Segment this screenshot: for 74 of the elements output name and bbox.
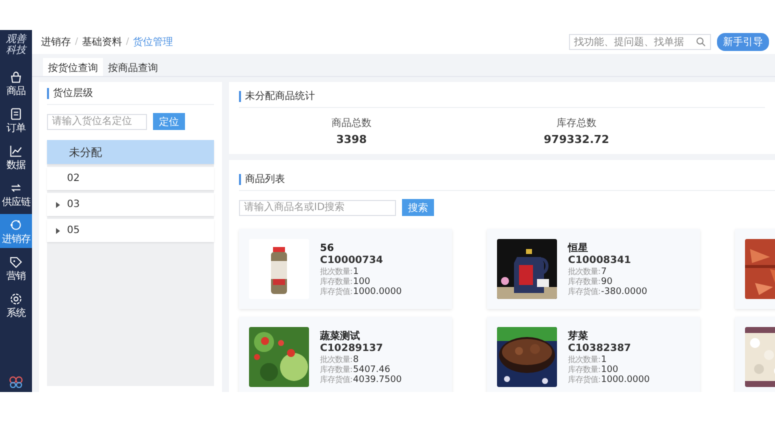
field-value: 90 (601, 276, 612, 286)
breadcrumb-link[interactable]: 进销存 (41, 35, 71, 49)
nav-item[interactable]: 供应链 (0, 177, 32, 211)
field-label: 库存数量: (568, 276, 601, 286)
product-name: 蔬菜测试 (320, 330, 361, 342)
tab[interactable]: 按商品查询 (103, 58, 163, 76)
field-label: 库存数量: (320, 276, 353, 286)
product-name: 恒星 (568, 242, 589, 254)
field-label: 批次数量: (320, 354, 353, 364)
breadcrumb-separator: / (75, 37, 78, 47)
field-value: 4039.7500 (353, 374, 402, 384)
product-search-field[interactable]: 请输入商品名或ID搜索 (239, 200, 396, 216)
nav-item[interactable]: 营销 (0, 251, 32, 285)
nav-icon (9, 218, 23, 232)
field-label: 库存数量: (320, 364, 353, 374)
panel-title: 商品列表 (239, 174, 775, 185)
field-label: 库存货值: (320, 374, 353, 384)
field-label: 库存货值: (320, 286, 353, 296)
stat-value: 3398 (336, 133, 367, 146)
stat-value: 979332.72 (544, 133, 610, 146)
field-value: 1000.0000 (601, 374, 650, 384)
breadcrumb-separator: / (126, 37, 130, 47)
field-value: 100 (353, 276, 370, 286)
field-value: 1000.0000 (353, 286, 402, 296)
field-value: 100 (601, 364, 618, 374)
field-label: 库存数量: (568, 364, 601, 374)
product-card[interactable]: 芽菜 C10382387 批次数量:1 库存数量:100 库存货值:1000.0000 (487, 317, 700, 392)
nav-item[interactable]: 系统 (0, 288, 32, 322)
panel-title: 未分配商品统计 (239, 91, 765, 102)
panel-title: 货位层级 (47, 88, 214, 99)
nav-icon (9, 70, 23, 84)
field-value: -380.0000 (601, 286, 648, 296)
nav-item[interactable]: 订单 (0, 103, 32, 137)
nav-item[interactable]: 商品 (0, 66, 32, 100)
tree-item[interactable]: 05 (47, 219, 214, 242)
field-label: 批次数量: (568, 354, 601, 364)
search-icon[interactable] (696, 37, 706, 47)
field-value: 1 (601, 354, 607, 364)
expand-arrow-icon[interactable] (55, 228, 61, 234)
nav-icon (9, 255, 23, 269)
field-label: 库存货值: (568, 374, 601, 384)
product-code: C10289137 (320, 342, 384, 354)
nav-icon (9, 107, 23, 121)
field-value: 5407.46 (353, 364, 390, 374)
field-value: 7 (601, 266, 607, 276)
stat-label: 库存总数 (556, 116, 596, 130)
tree-item[interactable]: 未分配 (47, 140, 214, 164)
field-label: 批次数量: (568, 266, 601, 276)
search-field[interactable]: 找功能、提问题、找单据 (569, 34, 711, 50)
nav-item[interactable]: 数据 (0, 140, 32, 174)
nav-icon (9, 144, 23, 158)
tab[interactable]: 按货位查询 (43, 58, 103, 76)
product-card[interactable]: 56 C10000734 批次数量:1 库存数量:100 库存货值:1000.0000 (239, 229, 452, 309)
rings-icon[interactable] (9, 376, 23, 388)
expand-arrow-icon[interactable] (55, 202, 61, 208)
nav-item[interactable]: 进销存 (0, 214, 32, 248)
logo-text: 观善科技 (6, 32, 26, 58)
product-name: 芽菜 (568, 330, 589, 342)
tree-item[interactable]: 02 (47, 167, 214, 190)
breadcrumb-link[interactable]: 基础资料 (82, 35, 122, 49)
product-card[interactable]: 恒星 C10008341 批次数量:7 库存数量:90 库存货值:-380.0000 (487, 229, 700, 309)
field-value: 8 (353, 354, 359, 364)
location-search-field[interactable]: 请输入货位名定位 (47, 114, 147, 130)
tree-item[interactable]: 03 (47, 193, 214, 216)
stat-label: 商品总数 (332, 116, 372, 130)
field-label: 库存货值: (568, 286, 601, 296)
field-label: 批次数量: (320, 266, 353, 276)
nav-icon (9, 292, 23, 306)
product-code: C10008341 (568, 254, 632, 266)
field-value: 1 (353, 266, 359, 276)
product-card[interactable]: 蔬菜测试 C10289137 批次数量:8 库存数量:5407.46 库存货值:4039.7500 (239, 317, 452, 392)
product-code: C10382387 (568, 342, 632, 354)
product-code: C10000734 (320, 254, 384, 266)
product-name: 56 (320, 242, 335, 254)
